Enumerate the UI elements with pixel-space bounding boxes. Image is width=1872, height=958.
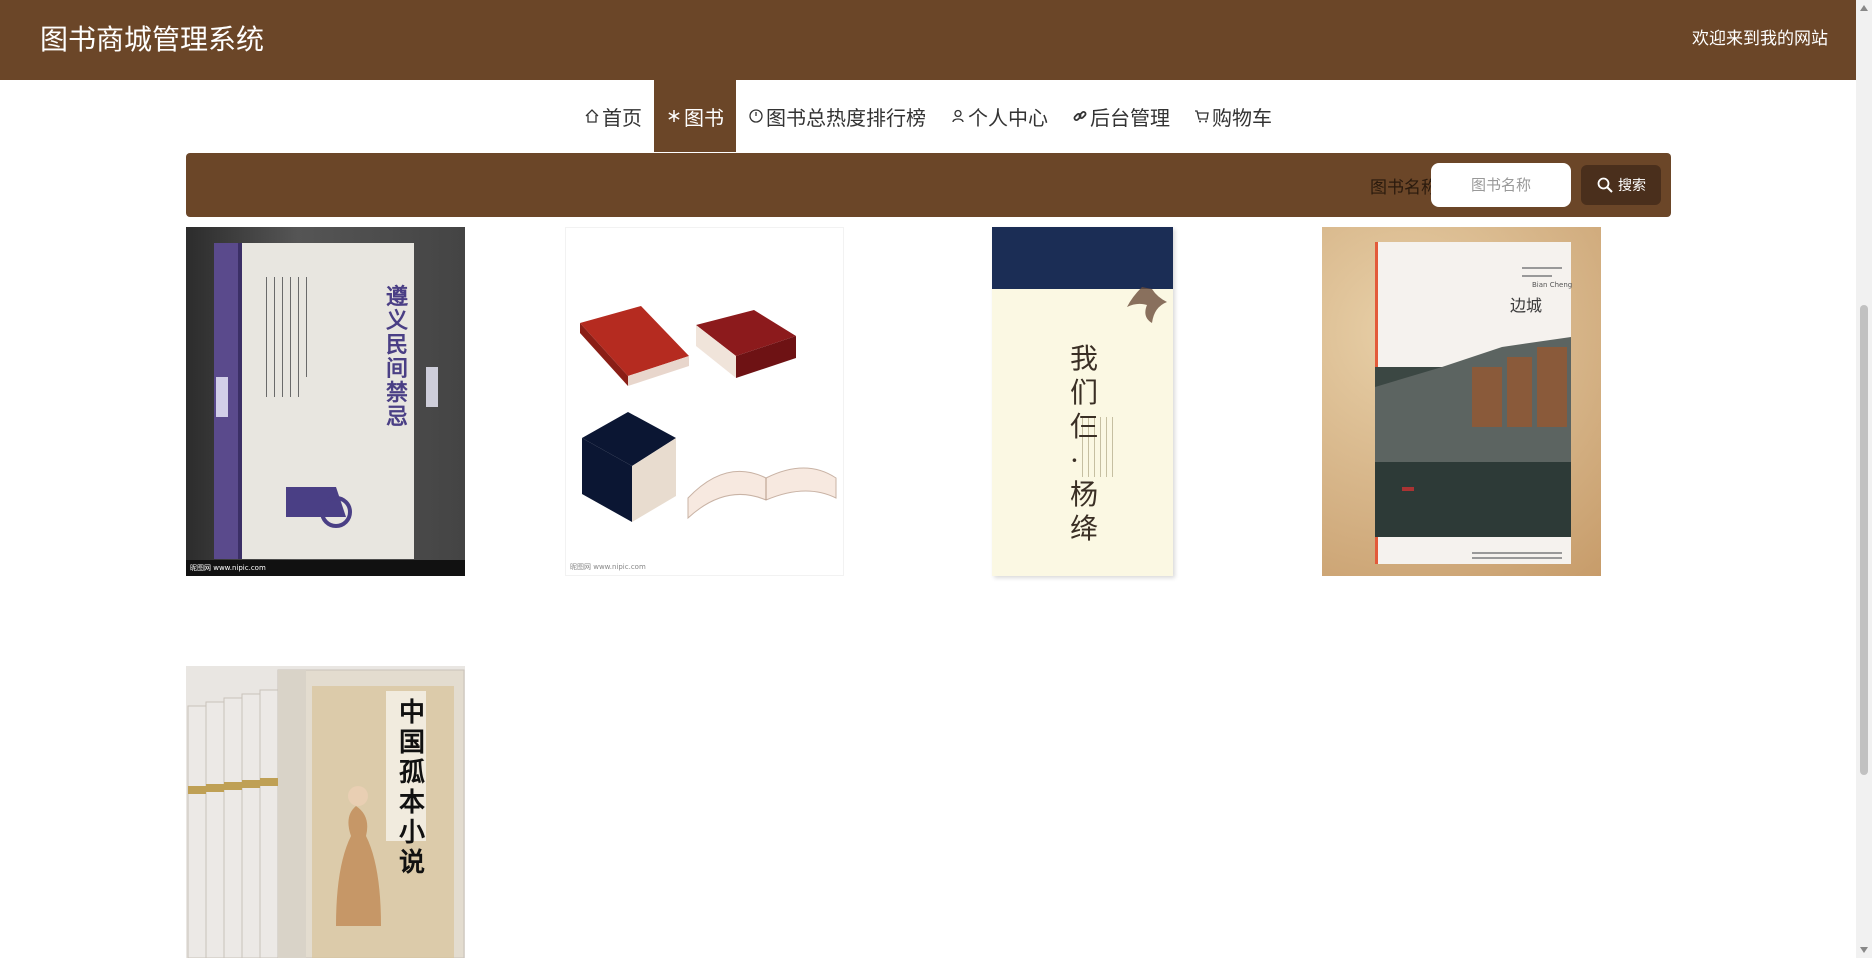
scroll-up-arrow-icon[interactable] xyxy=(1860,5,1868,11)
cart-icon xyxy=(1195,110,1209,123)
book-card[interactable]: 我们仨 · 杨绛 xyxy=(992,227,1173,576)
book-card[interactable]: 边城 Bian Cheng xyxy=(1322,227,1601,576)
book-caption: 昵图网 www.nipic.com xyxy=(186,560,465,576)
nav-item-ranking[interactable]: 图书总热度排行榜 xyxy=(736,80,938,152)
search-bar: 图书名称 搜索 xyxy=(186,153,1671,217)
user-icon xyxy=(952,109,964,123)
book-caption: 昵图网 www.nipic.com xyxy=(570,563,646,571)
welcome-text: 欢迎来到我的网站 xyxy=(1692,29,1828,49)
search-input[interactable] xyxy=(1431,163,1571,207)
book-cover-title: 我们仨 · 杨绛 xyxy=(1070,342,1099,545)
scroll-thumb[interactable] xyxy=(1860,305,1868,775)
link-icon xyxy=(1073,111,1087,121)
book-cover-title: 边城 xyxy=(1510,296,1543,315)
nav-item-home[interactable]: 首页 xyxy=(572,80,654,152)
snowflake-icon xyxy=(668,110,680,122)
book-cover-title: 遵义民间禁忌 xyxy=(386,284,409,430)
site-title: 图书商城管理系统 xyxy=(40,23,265,56)
nav-item-cart[interactable]: 购物车 xyxy=(1182,80,1284,152)
nav-item-profile[interactable]: 个人中心 xyxy=(938,80,1060,152)
book-card[interactable]: 中国孤本小说 xyxy=(186,666,465,958)
book-cover-subtitle: Bian Cheng xyxy=(1532,281,1573,289)
nav-label-ranking: 图书总热度排行榜 xyxy=(766,105,926,130)
main-nav: 首页 图书 图书总热度排行榜 个人中心 后台管理 购物车 xyxy=(0,80,1856,152)
home-icon xyxy=(585,109,599,123)
book-cover-image xyxy=(580,306,837,522)
nav-label-cart: 购物车 xyxy=(1212,105,1272,130)
search-button-label: 搜索 xyxy=(1618,178,1646,194)
nav-item-books[interactable]: 图书 xyxy=(654,80,736,152)
book-cover-title: 中国孤本小说 xyxy=(399,698,426,878)
book-cover-image xyxy=(1375,242,1571,564)
clock-icon xyxy=(749,109,763,123)
nav-label-books: 图书 xyxy=(684,105,724,130)
search-button[interactable]: 搜索 xyxy=(1581,165,1661,205)
book-card[interactable]: 遵义民间禁忌 昵图网 www.nipic.com xyxy=(186,227,465,576)
page-scrollbar[interactable] xyxy=(1856,0,1872,958)
nav-label-home: 首页 xyxy=(602,105,642,130)
book-card[interactable]: 昵图网 www.nipic.com xyxy=(565,227,844,576)
nav-label-admin: 后台管理 xyxy=(1090,105,1170,130)
book-cover-image xyxy=(186,243,465,576)
search-icon xyxy=(1597,177,1613,193)
nav-label-profile: 个人中心 xyxy=(968,105,1048,130)
search-label: 图书名称 xyxy=(1370,178,1438,198)
top-header: 图书商城管理系统 欢迎来到我的网站 xyxy=(0,0,1856,80)
nav-item-admin[interactable]: 后台管理 xyxy=(1060,80,1182,152)
scroll-down-arrow-icon[interactable] xyxy=(1860,947,1868,953)
